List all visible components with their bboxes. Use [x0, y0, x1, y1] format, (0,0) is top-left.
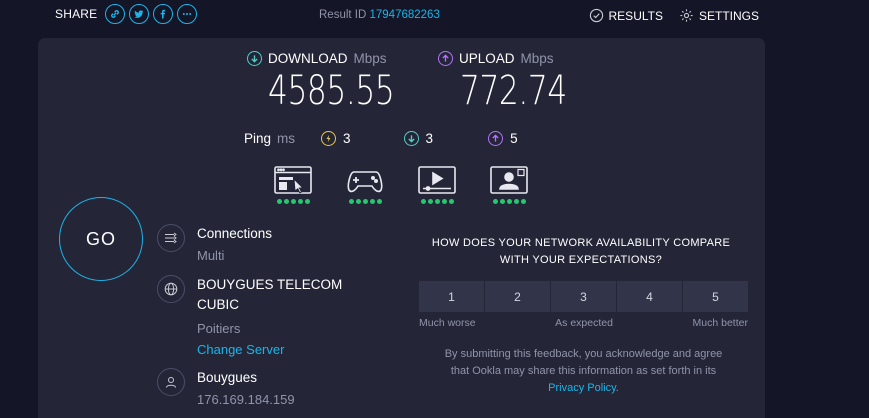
results-label: RESULTS	[608, 8, 663, 23]
privacy-policy-link[interactable]: Privacy Policy	[548, 382, 616, 394]
result-panel: DOWNLOAD Mbps 4585.55 UPLOAD Mbps 772.74…	[38, 38, 765, 418]
share-label: SHARE	[55, 7, 98, 21]
scale-labels: Much worse As expected Much better	[419, 317, 748, 329]
download-metric: DOWNLOAD Mbps 4585.55	[247, 51, 430, 114]
video-streaming-icon	[418, 166, 456, 194]
result-id-link[interactable]: 17947682263	[370, 9, 440, 21]
server-name-line1: BOUYGUES TELECOM	[197, 277, 343, 292]
scale-mid-label: As expected	[555, 317, 613, 329]
rating-option-5[interactable]: 5	[683, 281, 748, 312]
server-location: Poitiers	[197, 321, 241, 336]
ping-upload-arrow-icon	[488, 131, 504, 146]
settings-link[interactable]: SETTINGS	[679, 8, 759, 23]
top-right-links: RESULTS SETTINGS	[589, 8, 759, 23]
connections-title: Connections	[197, 226, 273, 241]
disclaimer-line2: that Ookla may share this information as…	[450, 365, 717, 377]
link-icon[interactable]	[105, 4, 126, 24]
provider-name: Bouygues	[197, 370, 258, 385]
app-rating-video-chat[interactable]	[490, 166, 528, 204]
disclaimer-end: .	[615, 382, 619, 394]
connections-icon	[157, 224, 185, 252]
lightning-icon	[321, 131, 337, 146]
result-id-label: Result ID	[319, 9, 367, 21]
ping-idle: 3	[321, 131, 351, 146]
rating-dots	[420, 199, 454, 204]
rating-dots	[348, 199, 382, 204]
scale-low-label: Much worse	[419, 317, 476, 329]
connections-value: Multi	[197, 248, 225, 263]
results-link[interactable]: RESULTS	[589, 8, 663, 23]
upload-label: UPLOAD	[459, 51, 515, 66]
download-unit: Mbps	[353, 51, 387, 66]
more-icon[interactable]	[177, 4, 198, 24]
ping-upload: 5	[488, 131, 518, 146]
upload-value: 772.74	[460, 68, 567, 114]
ping-download-arrow-icon	[403, 131, 419, 146]
globe-icon	[157, 275, 185, 303]
download-label: DOWNLOAD	[268, 51, 348, 66]
rating-option-3[interactable]: 3	[551, 281, 616, 312]
survey-question: HOW DOES YOUR NETWORK AVAILABILITY COMPA…	[421, 235, 741, 269]
scale-high-label: Much better	[692, 317, 748, 329]
share-section: SHARE	[55, 4, 198, 24]
survey-question-line1: HOW DOES YOUR NETWORK AVAILABILITY COMPA…	[431, 237, 731, 249]
ping-download-value: 3	[425, 131, 434, 146]
facebook-icon[interactable]	[153, 4, 174, 24]
rating-scale: 1 2 3 4 5	[419, 281, 749, 312]
disclaimer-line1: By submitting this feedback, you acknowl…	[444, 348, 723, 360]
result-id: Result ID 17947682263	[319, 9, 440, 21]
rating-dots	[276, 199, 310, 204]
provider-ip: 176.169.184.159	[197, 392, 295, 407]
survey-question-line2: WITH YOUR EXPECTATIONS?	[499, 254, 663, 266]
app-rating-streaming[interactable]	[418, 166, 456, 204]
check-circle-icon	[589, 8, 603, 23]
upload-unit: Mbps	[520, 51, 554, 66]
feedback-survey: HOW DOES YOUR NETWORK AVAILABILITY COMPA…	[419, 235, 749, 397]
upload-arrow-icon	[438, 51, 453, 66]
feedback-disclaimer: By submitting this feedback, you acknowl…	[419, 346, 748, 397]
download-arrow-icon	[247, 51, 262, 66]
top-bar: SHARE Result ID 17947682263 RESULTS SETT…	[0, 0, 869, 32]
web-browsing-icon	[274, 166, 312, 194]
settings-label: SETTINGS	[698, 8, 759, 23]
change-server-link[interactable]: Change Server	[197, 340, 387, 360]
app-rating-gaming[interactable]	[346, 166, 384, 204]
go-button[interactable]: GO	[59, 197, 143, 281]
download-value: 4585.55	[268, 68, 395, 114]
rating-option-2[interactable]: 2	[485, 281, 550, 312]
server-name-line2: CUBIC	[197, 297, 240, 312]
ping-row: Ping ms 3 3 5	[244, 131, 518, 146]
app-ratings	[274, 166, 528, 204]
rating-option-1[interactable]: 1	[419, 281, 484, 312]
ping-unit: ms	[277, 131, 296, 146]
gear-icon	[680, 9, 693, 22]
ping-label: Ping	[244, 131, 272, 146]
video-chat-icon	[490, 166, 528, 194]
user-icon	[157, 368, 185, 396]
gaming-icon	[347, 171, 383, 193]
upload-metric: UPLOAD Mbps 772.74	[438, 51, 597, 114]
rating-dots	[492, 199, 526, 204]
ping-upload-value: 5	[510, 131, 518, 146]
app-rating-web[interactable]	[274, 166, 312, 204]
twitter-icon[interactable]	[129, 4, 150, 24]
ping-download: 3	[403, 131, 434, 146]
ping-idle-value: 3	[343, 131, 351, 146]
rating-option-4[interactable]: 4	[617, 281, 682, 312]
